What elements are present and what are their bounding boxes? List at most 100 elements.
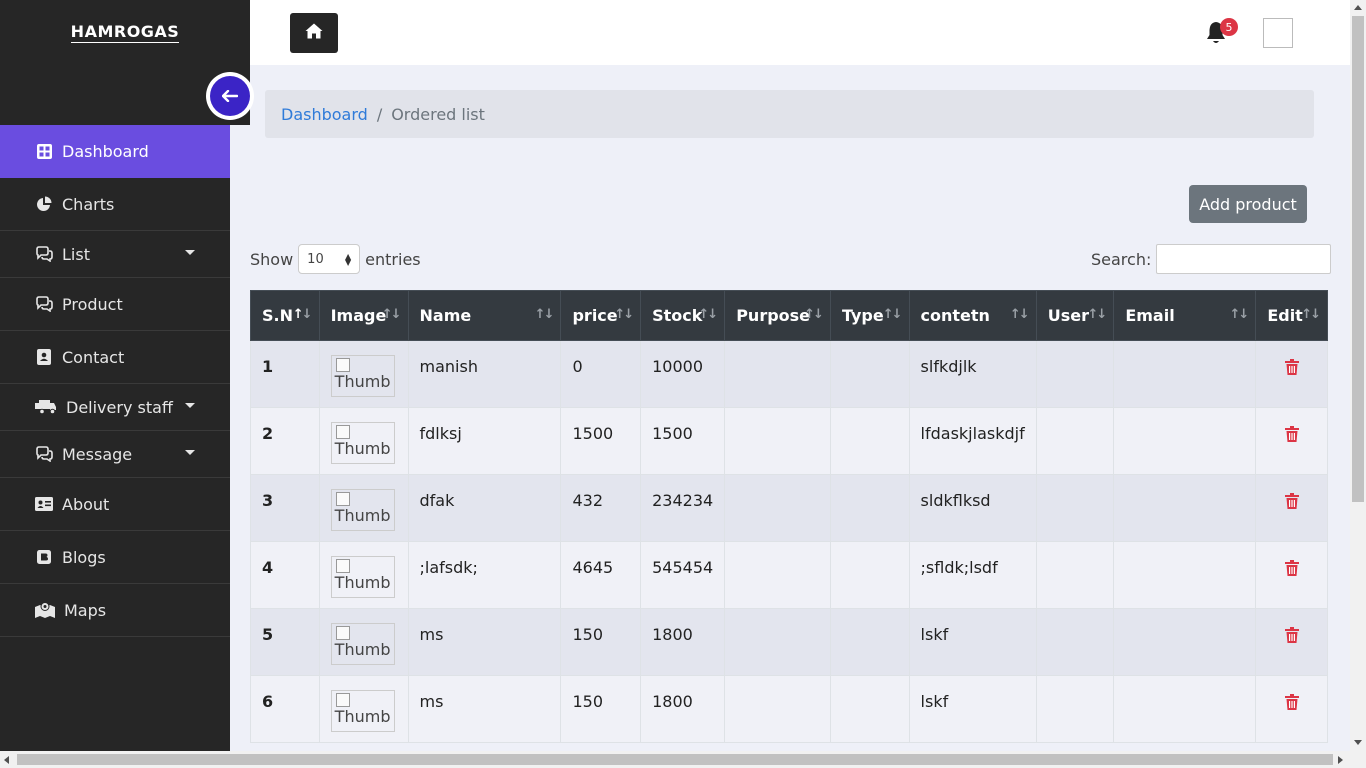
scroll-left-arrow-icon[interactable] [4, 756, 9, 764]
product-thumbnail: Thumb [330, 355, 395, 397]
cell-email [1113, 608, 1257, 676]
column-header-price[interactable]: price ↑↓ [560, 290, 642, 341]
breadcrumb-current: Ordered list [391, 104, 485, 124]
delete-button[interactable] [1267, 491, 1316, 513]
cell-image: Thumb [318, 340, 409, 408]
column-header-purpose[interactable]: Purpose ↑↓ [724, 290, 831, 341]
cell-purpose [724, 675, 831, 743]
column-header-sn[interactable]: S.N ↑↓ [250, 290, 320, 341]
top-header: 5 [250, 0, 1350, 65]
cell-price: 150 [560, 608, 642, 676]
cell-image: Thumb [318, 608, 409, 676]
sidebar-item-label: Delivery staff [66, 397, 173, 417]
scroll-down-arrow-icon[interactable] [1354, 740, 1362, 745]
column-header-type[interactable]: Type ↑↓ [829, 290, 910, 341]
entries-length-control: Show 10 ▲ ▼ entries [250, 244, 421, 274]
show-label: Show [250, 249, 294, 269]
brand-logo[interactable]: HAMROGAS [0, 22, 250, 43]
column-header-stock[interactable]: Stock ↑↓ [640, 290, 726, 341]
cell-content: lskf [908, 608, 1037, 676]
sidebar-item-list[interactable]: List [0, 231, 230, 278]
search-input[interactable] [1156, 244, 1332, 274]
cell-edit [1255, 608, 1328, 676]
delete-button[interactable] [1267, 357, 1316, 379]
sort-icon: ↑↓ [614, 307, 634, 322]
trash-icon [1284, 426, 1299, 446]
sidebar-item-label: Dashboard [62, 142, 149, 161]
grid-icon [35, 143, 53, 161]
sort-icon: ↑↓ [1009, 307, 1030, 322]
delete-button[interactable] [1267, 424, 1316, 446]
column-header-name[interactable]: Name ↑↓ [407, 290, 562, 341]
column-header-email[interactable]: Email ↑↓ [1113, 290, 1257, 341]
scroll-up-arrow-icon[interactable] [1354, 5, 1362, 10]
pie-chart-icon [35, 195, 53, 213]
vertical-scrollbar[interactable] [1350, 0, 1366, 751]
column-header-edit[interactable]: Edit ↑↓ [1255, 290, 1328, 341]
cell-type [829, 407, 910, 475]
cell-stock: 545454 [640, 541, 726, 609]
sidebar-item-about[interactable]: About [0, 478, 230, 531]
sort-icon: ↑↓ [882, 307, 903, 322]
entries-label: entries [365, 249, 421, 269]
horizontal-scrollbar[interactable] [0, 751, 1366, 768]
vertical-scrollbar-thumb[interactable] [1352, 16, 1364, 502]
user-avatar[interactable] [1263, 18, 1293, 48]
product-thumbnail: Thumb [330, 489, 395, 531]
column-header-user[interactable]: User ↑↓ [1035, 290, 1115, 341]
cell-price: 1500 [560, 407, 642, 475]
column-header-content[interactable]: contetn ↑↓ [908, 290, 1037, 341]
broken-image-icon [335, 693, 350, 707]
sidebar-item-label: About [62, 494, 110, 514]
cell-edit [1255, 541, 1328, 609]
entries-select[interactable]: 10 ▲ ▼ [298, 244, 361, 274]
sidebar-item-charts[interactable]: Charts [0, 178, 230, 231]
cell-name: ;lafsdk; [407, 541, 562, 609]
home-button[interactable] [290, 13, 338, 53]
product-thumbnail: Thumb [330, 623, 395, 665]
cell-type [829, 541, 910, 609]
cell-user [1035, 407, 1115, 475]
sort-icon: ↑↓ [1087, 307, 1108, 322]
cell-user [1035, 541, 1115, 609]
cell-user [1035, 340, 1115, 408]
chat-icon [35, 245, 53, 263]
map-icon [35, 601, 55, 619]
sidebar-item-label: Product [62, 294, 123, 314]
trash-icon [1284, 627, 1299, 647]
scroll-right-arrow-icon[interactable] [1338, 756, 1343, 764]
sidebar-item-dashboard[interactable]: Dashboard [0, 125, 230, 178]
sidebar-item-label: Charts [62, 194, 115, 214]
sidebar-item-maps[interactable]: Maps [0, 584, 230, 637]
cell-email [1113, 675, 1257, 743]
sidebar-item-delivery-staff[interactable]: Delivery staff [0, 384, 230, 431]
delete-button[interactable] [1267, 558, 1316, 580]
broken-image-icon [335, 358, 350, 372]
add-product-button[interactable]: Add product [1189, 185, 1307, 223]
column-header-image[interactable]: Image ↑↓ [318, 290, 409, 341]
caret-down-icon [185, 403, 195, 408]
product-thumbnail: Thumb [330, 690, 395, 732]
breadcrumb-link-dashboard[interactable]: Dashboard [281, 105, 368, 124]
cell-stock: 1800 [640, 608, 726, 676]
search-label: Search: [1091, 249, 1152, 269]
sidebar-item-product[interactable]: Product [0, 278, 230, 331]
sidebar-collapse-button[interactable] [206, 72, 254, 120]
id-card-icon [35, 495, 53, 513]
sidebar-item-message[interactable]: Message [0, 431, 230, 478]
sidebar-item-contact[interactable]: Contact [0, 331, 230, 384]
cell-email [1113, 407, 1257, 475]
delete-button[interactable] [1267, 692, 1316, 714]
cell-purpose [724, 340, 831, 408]
table-row: 4 Thumb ;lafsdk; 4645 545454 ;sfldk;lsdf [250, 541, 1328, 609]
broken-image-icon [335, 626, 350, 640]
sort-icon: ↑↓ [804, 307, 824, 322]
cell-sn: 5 [250, 608, 320, 676]
delete-button[interactable] [1267, 625, 1316, 647]
cell-content: ;sfldk;lsdf [908, 541, 1037, 609]
sidebar-item-blogs[interactable]: Blogs [0, 531, 230, 584]
horizontal-scrollbar-thumb[interactable] [17, 754, 1333, 765]
sort-icon: ↑↓ [381, 307, 402, 322]
cell-image: Thumb [318, 675, 409, 743]
cell-email [1113, 340, 1257, 408]
